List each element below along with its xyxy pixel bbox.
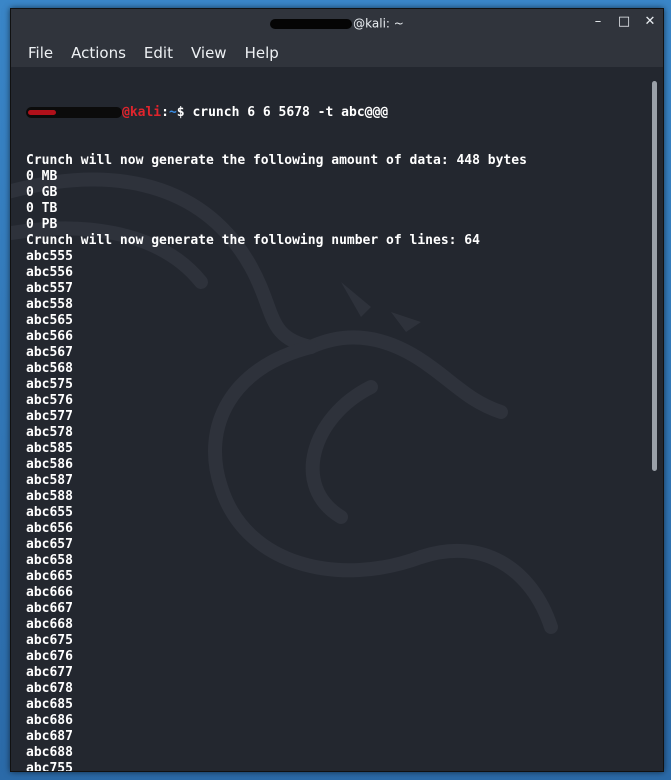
output-line: 0 GB: [26, 185, 58, 200]
output-line: abc676: [26, 649, 73, 664]
output-line: abc578: [26, 425, 73, 440]
window-title: @kali: ~: [11, 16, 663, 31]
redacted-prompt-user: [26, 107, 122, 118]
title-bar[interactable]: @kali: ~ – □ ✕: [11, 9, 663, 39]
output-line: abc576: [26, 393, 73, 408]
output-line: 0 MB: [26, 169, 58, 184]
output-line: abc688: [26, 745, 73, 760]
output-line: 0 PB: [26, 217, 58, 232]
output-line: abc665: [26, 569, 73, 584]
output-line: 0 TB: [26, 201, 58, 216]
window-controls: – □ ✕: [591, 15, 657, 29]
output-line: abc585: [26, 441, 73, 456]
prompt-line: @kali:~$ crunch 6 6 5678 -t abc@@@: [26, 105, 527, 121]
output-line: abc677: [26, 665, 73, 680]
menu-bar: File Actions Edit View Help: [11, 39, 663, 67]
output-line: abc666: [26, 585, 73, 600]
output-line: abc687: [26, 729, 73, 744]
output-line: abc575: [26, 377, 73, 392]
redacted-username: [270, 18, 353, 29]
output-line: abc658: [26, 553, 73, 568]
menu-file[interactable]: File: [19, 40, 62, 66]
terminal-window: @kali: ~ – □ ✕ File Actions Edit View He…: [10, 8, 664, 772]
output-line: abc557: [26, 281, 73, 296]
output-line: abc568: [26, 361, 73, 376]
output-line: abc668: [26, 617, 73, 632]
output-line: Crunch will now generate the following a…: [26, 153, 527, 168]
menu-help[interactable]: Help: [236, 40, 288, 66]
output-line: abc577: [26, 409, 73, 424]
output-line: abc587: [26, 473, 73, 488]
output-line: abc565: [26, 313, 73, 328]
output-line: abc675: [26, 633, 73, 648]
menu-view[interactable]: View: [182, 40, 236, 66]
prompt-command: crunch 6 6 5678 -t abc@@@: [192, 105, 389, 120]
output-line: abc566: [26, 329, 73, 344]
output-line: abc678: [26, 681, 73, 696]
minimize-icon[interactable]: –: [591, 15, 605, 29]
menu-edit[interactable]: Edit: [135, 40, 182, 66]
output-line: abc555: [26, 249, 73, 264]
maximize-icon[interactable]: □: [617, 15, 631, 29]
output-line: abc556: [26, 265, 73, 280]
output-line: abc567: [26, 345, 73, 360]
output-line: abc586: [26, 457, 73, 472]
output-line: abc655: [26, 505, 73, 520]
output-line: abc558: [26, 297, 73, 312]
output-line: abc686: [26, 713, 73, 728]
prompt-separator: :: [161, 105, 169, 120]
output-line: abc656: [26, 521, 73, 536]
prompt-host: @kali: [122, 105, 162, 120]
vertical-scrollbar[interactable]: [652, 81, 657, 767]
output-line: abc755: [26, 761, 73, 771]
prompt-symbol: $: [176, 105, 193, 120]
terminal-area[interactable]: @kali:~$ crunch 6 6 5678 -t abc@@@ Crunc…: [11, 67, 663, 771]
output-line: abc667: [26, 601, 73, 616]
terminal-output: @kali:~$ crunch 6 6 5678 -t abc@@@ Crunc…: [26, 73, 527, 771]
output-line: abc685: [26, 697, 73, 712]
output-line: Crunch will now generate the following n…: [26, 233, 480, 248]
prompt-path: ~: [168, 105, 177, 120]
output-line: abc657: [26, 537, 73, 552]
output-line: abc588: [26, 489, 73, 504]
scrollbar-thumb[interactable]: [652, 81, 657, 471]
menu-actions[interactable]: Actions: [62, 40, 135, 66]
close-icon[interactable]: ✕: [643, 15, 657, 29]
window-title-host: @kali: ~: [353, 16, 404, 31]
